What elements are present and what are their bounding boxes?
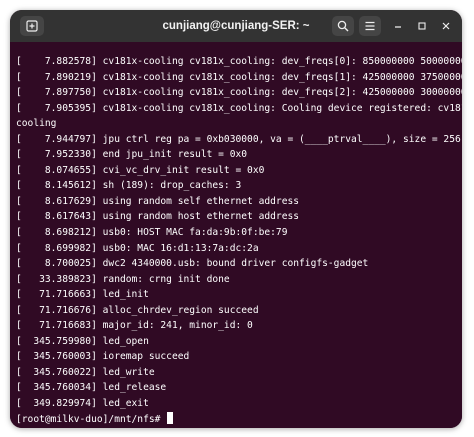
- minimize-icon: [395, 26, 401, 28]
- terminal-output[interactable]: [ 7.882578] cv181x-cooling cv181x_coolin…: [10, 42, 462, 428]
- terminal-line: [ 345.760003] ioremap succeed: [16, 351, 190, 363]
- terminal-line: cooling: [16, 118, 57, 130]
- new-tab-icon: [26, 20, 38, 32]
- terminal-line: [ 8.074655] cvi_vc_drv_init result = 0x0: [16, 164, 265, 176]
- prompt-line[interactable]: [root@milkv-duo]/mnt/nfs#: [16, 411, 462, 428]
- minimize-button[interactable]: [388, 16, 408, 36]
- terminal-line: [ 7.890219] cv181x-cooling cv181x_coolin…: [16, 71, 462, 83]
- search-icon: [337, 20, 349, 32]
- new-tab-button[interactable]: [20, 16, 44, 36]
- terminal-line: [ 8.145612] sh (189): drop_caches: 3: [16, 180, 242, 192]
- terminal-line: [ 8.699982] usb0: MAC 16:d1:13:7a:dc:2a: [16, 242, 259, 254]
- terminal-line: [ 71.716663] led_init: [16, 289, 149, 301]
- terminal-line: [ 345.760034] led_release: [16, 382, 167, 394]
- hamburger-menu-icon: [365, 21, 375, 31]
- terminal-line: [ 8.698212] usb0: HOST MAC fa:da:9b:0f:b…: [16, 227, 288, 239]
- terminal-line: [ 8.617643] using random host ethernet a…: [16, 211, 300, 223]
- title-bar[interactable]: cunjiang@cunjiang-SER: ~: [10, 10, 462, 42]
- terminal-line: [ 8.700025] dwc2 4340000.usb: bound driv…: [16, 258, 369, 270]
- menu-button[interactable]: [359, 16, 381, 36]
- text-cursor: [167, 411, 173, 424]
- search-button[interactable]: [332, 16, 354, 36]
- terminal-line: [ 71.716683] major_id: 241, minor_id: 0: [16, 320, 253, 332]
- maximize-icon: [418, 22, 426, 30]
- terminal-line: [ 345.760022] led_write: [16, 366, 155, 378]
- terminal-line: [ 345.759980] led_open: [16, 335, 149, 347]
- terminal-line: [ 7.944797] jpu ctrl reg pa = 0xb030000,…: [16, 133, 461, 145]
- terminal-line: [ 7.882578] cv181x-cooling cv181x_coolin…: [16, 56, 462, 67]
- terminal-line: [ 71.716676] alloc_chrdev_region succeed: [16, 304, 259, 316]
- terminal-line: [ 349.829974] led_exit: [16, 398, 149, 410]
- terminal-line: [ 7.897750] cv181x-cooling cv181x_coolin…: [16, 87, 462, 99]
- shell-prompt: [root@milkv-duo]/mnt/nfs#: [16, 413, 167, 425]
- close-icon: [442, 22, 450, 30]
- close-button[interactable]: [436, 16, 456, 36]
- terminal-line: [ 33.389823] random: crng init done: [16, 273, 230, 285]
- terminal-window: cunjiang@cunjiang-SER: ~ [7.882578] cv1…: [10, 10, 462, 428]
- terminal-line: [ 7.952330] end jpu_init result = 0x0: [16, 149, 248, 161]
- maximize-button[interactable]: [412, 16, 432, 36]
- terminal-line: [ 8.617629] using random self ethernet a…: [16, 195, 300, 207]
- terminal-line: [ 7.905395] cv181x-cooling cv181x_coolin…: [16, 102, 462, 114]
